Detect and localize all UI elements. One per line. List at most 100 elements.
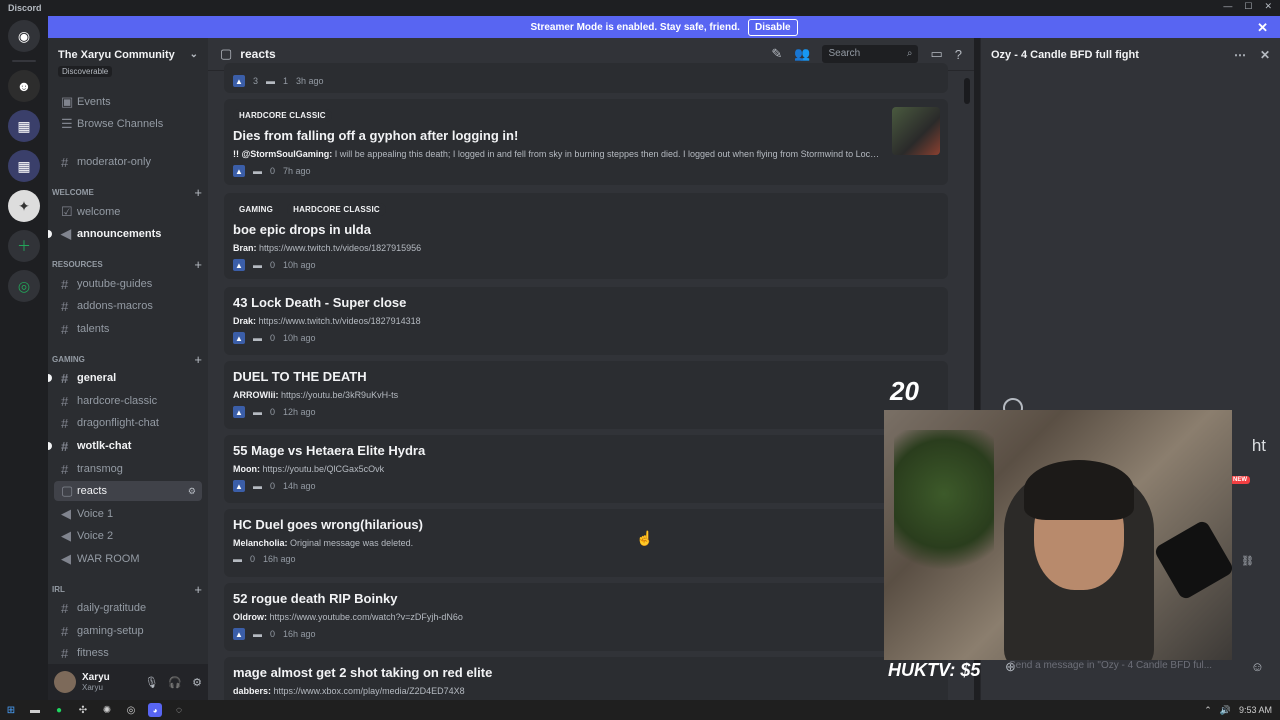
xaryu-server-icon[interactable]: ✦	[8, 190, 40, 222]
category-welcome[interactable]: WELCOME +	[52, 185, 202, 200]
channel-talents[interactable]: # talents	[54, 319, 202, 339]
server-icon[interactable]: ☻	[8, 70, 40, 102]
server-folder-icon[interactable]: ▦	[8, 150, 40, 182]
forum-post[interactable]: ▲ 3 ▬ 1 3h ago	[224, 63, 948, 93]
forum-post[interactable]: HC Duel goes wrong(hilarious) Melancholi…	[224, 509, 948, 577]
plant-shape	[894, 430, 994, 590]
forum-post[interactable]: 43 Lock Death - Super close Drak: https:…	[224, 287, 948, 355]
browse-channels-item[interactable]: ☰ Browse Channels	[54, 114, 202, 134]
channel-voice-1[interactable]: ◀ Voice 1	[54, 504, 202, 524]
discord-home-icon[interactable]: ◉	[8, 20, 40, 52]
category-resources[interactable]: RESOURCES +	[52, 257, 202, 272]
category-gaming[interactable]: GAMING +	[52, 352, 202, 367]
minimize-icon[interactable]: —	[1223, 1, 1232, 12]
thumbs-up-icon[interactable]: ▲	[233, 628, 245, 640]
post-time: 10h ago	[283, 260, 316, 270]
thumbs-up-icon[interactable]: ▲	[233, 332, 245, 344]
scrollbar[interactable]	[964, 78, 970, 104]
settings-icon[interactable]: ⚙	[188, 486, 196, 497]
server-folder-icon[interactable]: ▦	[8, 110, 40, 142]
add-server-icon[interactable]: ＋	[8, 230, 40, 262]
inbox-icon[interactable]: ▭	[930, 46, 942, 62]
maximize-icon[interactable]: ☐	[1244, 1, 1252, 12]
channel-dragonflight-chat[interactable]: # dragonflight-chat	[54, 413, 202, 433]
forum-post[interactable]: GAMING HARDCORE CLASSIC boe epic drops in…	[224, 193, 948, 279]
file-explorer-icon[interactable]: ▬	[28, 703, 42, 717]
post-author: Bran:	[233, 243, 257, 253]
explore-icon[interactable]: ◎	[8, 270, 40, 302]
avatar[interactable]	[54, 671, 76, 693]
channel-gaming-setup[interactable]: # gaming-setup	[54, 621, 202, 641]
thumbs-up-icon[interactable]: ▲	[233, 406, 245, 418]
channel-transmog[interactable]: # transmog	[54, 459, 202, 479]
emoji-icon[interactable]: ☺	[1251, 659, 1264, 674]
channel-announcements[interactable]: ◀ announcements	[48, 224, 202, 244]
channel-daily-gratitude[interactable]: # daily-gratitude	[54, 598, 202, 618]
channel-war-room[interactable]: ◀ WAR ROOM	[54, 549, 202, 569]
windows-start-icon[interactable]: ⊞	[4, 703, 18, 717]
channel-label: daily-gratitude	[77, 602, 147, 614]
channel-reacts[interactable]: ▢ reacts ⚙	[54, 481, 202, 501]
chrome-icon[interactable]: ◎	[124, 703, 138, 717]
link-icon[interactable]: ⛓	[1241, 556, 1254, 567]
post-time: 14h ago	[283, 481, 316, 491]
app-icon[interactable]: ✣	[76, 703, 90, 717]
channel-welcome[interactable]: ☑ welcome	[54, 202, 202, 222]
volume-icon[interactable]: 🔊	[1220, 705, 1231, 716]
obs-icon[interactable]: ◌	[172, 703, 186, 717]
channel-wotlk-chat[interactable]: # wotlk-chat	[48, 436, 202, 456]
category-label: IRL	[52, 584, 65, 594]
spotify-icon[interactable]: ●	[52, 703, 66, 717]
person-hair	[1024, 460, 1134, 520]
thumbs-up-icon[interactable]: ▲	[233, 480, 245, 492]
add-channel-icon[interactable]: +	[194, 257, 202, 272]
channel-addons-macros[interactable]: # addons-macros	[54, 296, 202, 316]
add-channel-icon[interactable]: +	[194, 352, 202, 367]
thumbs-up-icon[interactable]: ▲	[233, 259, 245, 271]
member-list-icon[interactable]: 👥	[794, 46, 810, 62]
category-irl[interactable]: IRL +	[52, 582, 202, 597]
unread-indicator	[48, 230, 52, 238]
channel-youtube-guides[interactable]: # youtube-guides	[54, 274, 202, 294]
forum-post[interactable]: HARDCORE CLASSIC Dies from falling off a…	[224, 99, 948, 185]
battle-net-icon[interactable]: ✺	[100, 703, 114, 717]
events-item[interactable]: ▣ Events	[54, 92, 202, 112]
channel-hardcore-classic[interactable]: # hardcore-classic	[54, 391, 202, 411]
thumbs-up-icon[interactable]: ▲	[233, 75, 245, 87]
post-thumbnail[interactable]	[892, 107, 940, 155]
channel-general[interactable]: # general	[48, 368, 202, 388]
microphone-shape	[1153, 519, 1232, 601]
add-channel-icon[interactable]: +	[194, 185, 202, 200]
events-label: Events	[77, 96, 111, 108]
discord-taskbar-icon[interactable]: ◕	[148, 703, 162, 717]
chevron-up-icon[interactable]: ⌃	[1204, 705, 1212, 716]
channel-moderator-only[interactable]: # moderator-only	[54, 152, 202, 172]
mouse-cursor-icon: ☝	[636, 530, 654, 546]
search-input[interactable]: Search ⌕	[822, 45, 919, 63]
disable-button[interactable]: Disable	[747, 18, 798, 36]
mic-icon[interactable]: 🎙	[144, 676, 158, 689]
thumbs-up-icon[interactable]: ▲	[233, 165, 245, 177]
forum-post[interactable]: DUEL TO THE DEATH ARROWlii: https://yout…	[224, 361, 948, 429]
help-icon[interactable]: ?	[955, 47, 962, 62]
forum-post[interactable]: 55 Mage vs Hetaera Elite Hydra Moon: htt…	[224, 435, 948, 503]
post-preview: https://www.twitch.tv/videos/1827915956	[259, 243, 422, 253]
channel-label: addons-macros	[77, 300, 153, 312]
close-banner-icon[interactable]: ✕	[1257, 20, 1268, 36]
channel-fitness[interactable]: # fitness	[54, 643, 202, 663]
close-icon[interactable]: ✕	[1260, 48, 1270, 62]
post-title: boe epic drops in ulda	[233, 222, 371, 237]
gear-icon[interactable]: ⚙	[192, 676, 202, 689]
close-window-icon[interactable]: ✕	[1264, 1, 1272, 12]
hash-icon: #	[61, 600, 69, 616]
message-input[interactable]: Send a message in "Ozy - 4 Candle BFD fu…	[1009, 660, 1239, 671]
add-channel-icon[interactable]: +	[194, 582, 202, 597]
forum-post[interactable]: 52 rogue death RIP Boinky Oldrow: https:…	[224, 583, 948, 651]
headphones-icon[interactable]: 🎧	[168, 676, 182, 689]
clock[interactable]: 9:53 AM	[1239, 705, 1272, 715]
channel-voice-2[interactable]: ◀ Voice 2	[54, 526, 202, 546]
channel-label: WAR ROOM	[77, 553, 140, 565]
comment-count: 0	[270, 260, 276, 270]
more-icon[interactable]: ⋯	[1234, 48, 1246, 62]
notification-off-icon[interactable]: ✎	[771, 46, 782, 62]
